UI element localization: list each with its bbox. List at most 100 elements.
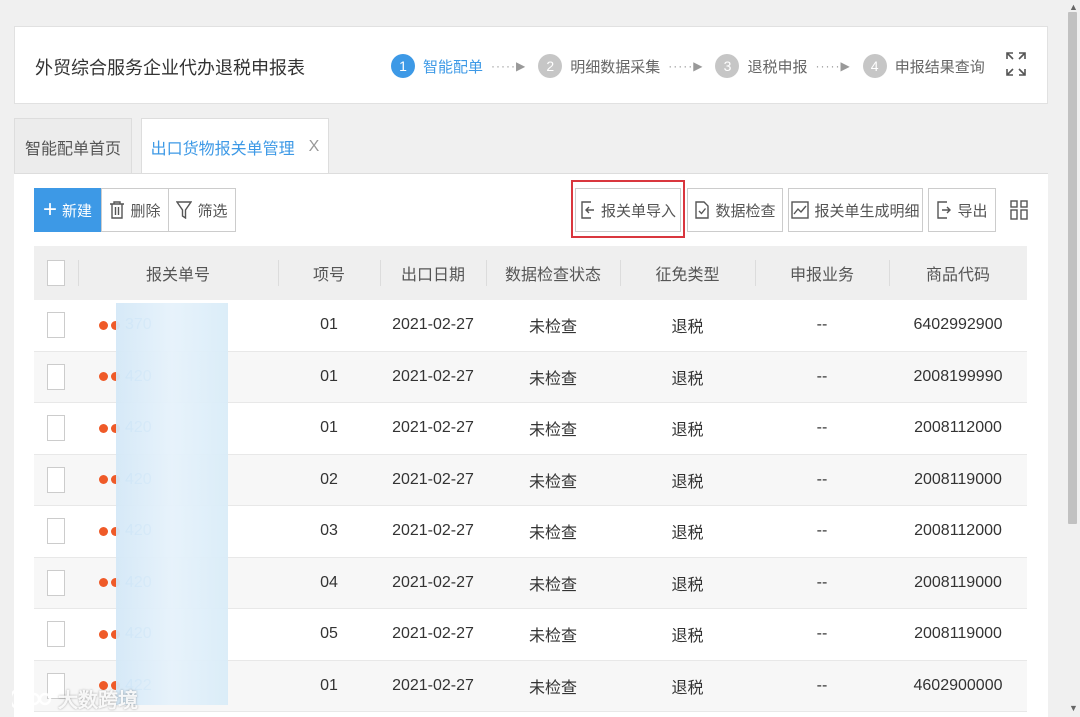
import-declaration-button[interactable]: 报关单导入 [575, 188, 681, 232]
step-arrow: ·····▶ [491, 59, 527, 73]
export-button[interactable]: 导出 [928, 188, 996, 232]
export-date-cell: 2021-02-27 [392, 367, 474, 385]
tax-type-cell: 退税 [671, 525, 704, 543]
business-cell: -- [816, 676, 828, 694]
row-checkbox[interactable] [47, 363, 65, 390]
scroll-up-icon[interactable]: ▲ [1069, 2, 1078, 12]
business-cell: -- [816, 316, 828, 334]
scroll-down-icon[interactable]: ▼ [1069, 703, 1078, 713]
column-settings-icon[interactable] [1010, 200, 1028, 220]
commodity-code-cell: 2008112000 [914, 419, 1002, 437]
generate-label: 报关单生成明细 [814, 202, 920, 220]
filter-button[interactable]: 筛选 [168, 188, 236, 232]
step-4[interactable]: 4 申报结果查询 [862, 54, 985, 78]
commodity-code-cell: 6402992900 [913, 316, 1003, 334]
status-dot [99, 423, 108, 433]
commodity-code-cell: 2008112000 [914, 522, 1002, 540]
item-no-cell: 04 [320, 573, 338, 591]
row-checkbox-cell [34, 558, 78, 609]
check-status-cell: 未检查 [528, 473, 577, 491]
commodity-code-cell: 4602900000 [913, 676, 1003, 694]
business-cell: -- [816, 573, 828, 591]
item-no-cell: 03 [320, 522, 338, 540]
row-checkbox-cell [34, 300, 78, 351]
watermark-text: 大数跨境 [58, 690, 138, 712]
check-status-cell: 未检查 [528, 628, 577, 646]
header-item-no[interactable]: 项号 [278, 246, 380, 300]
new-button[interactable]: + 新建 [34, 188, 101, 232]
import-label: 报关单导入 [600, 202, 676, 220]
row-checkbox[interactable] [47, 518, 65, 545]
tax-type-cell: 退税 [671, 319, 704, 337]
export-icon [937, 201, 952, 219]
tax-type-cell: 退税 [671, 679, 704, 697]
check-status-cell: 未检查 [528, 319, 577, 337]
step-1[interactable]: 1 智能配单 [391, 54, 483, 78]
select-all-checkbox[interactable] [47, 260, 65, 286]
row-checkbox[interactable] [47, 415, 65, 442]
header-card: 外贸综合服务企业代办退税申报表 1 智能配单 ·····▶ 2 明细数据采集 ·… [14, 26, 1048, 104]
row-checkbox-cell [34, 403, 78, 454]
watermark: 大数跨境 [12, 684, 138, 713]
tab-home-label: 智能配单首页 [24, 140, 121, 158]
header-declaration-business[interactable]: 申报业务 [755, 246, 889, 300]
row-checkbox[interactable] [47, 621, 65, 648]
step-2-number: 2 [538, 54, 563, 78]
row-checkbox-cell [34, 506, 78, 557]
step-progress: 1 智能配单 ·····▶ 2 明细数据采集 ·····▶ 3 退税申报 ···… [391, 51, 985, 81]
header-check-status[interactable]: 数据检查状态 [486, 246, 620, 300]
step-arrow: ·····▶ [668, 59, 704, 73]
step-4-label: 申报结果查询 [894, 58, 985, 76]
row-checkbox[interactable] [47, 569, 65, 596]
step-4-number: 4 [862, 54, 887, 78]
header-tax-type[interactable]: 征免类型 [620, 246, 755, 300]
watermark-logo-icon [12, 687, 52, 710]
tax-type-cell: 退税 [671, 422, 704, 440]
scroll-thumb[interactable] [1068, 12, 1077, 524]
check-status-cell: 未检查 [528, 370, 577, 388]
tab-close-icon[interactable]: X [309, 138, 320, 156]
step-3[interactable]: 3 退税申报 [715, 54, 807, 78]
row-checkbox-cell [34, 609, 78, 660]
new-label: 新建 [62, 202, 93, 220]
row-checkbox[interactable] [47, 312, 65, 339]
row-checkbox-cell [34, 455, 78, 506]
data-check-button[interactable]: 数据检查 [687, 188, 783, 232]
plus-icon: + [42, 196, 57, 223]
header-checkbox-cell [34, 246, 78, 300]
filter-icon [176, 201, 193, 219]
tab-customs-declaration-management[interactable]: 出口货物报关单管理 X [141, 118, 329, 175]
business-cell: -- [816, 367, 828, 385]
header-declaration-no[interactable]: 报关单号 [78, 246, 278, 300]
status-dot [99, 320, 108, 330]
tab-active-label: 出口货物报关单管理 [150, 141, 295, 158]
trash-icon [110, 201, 125, 219]
export-date-cell: 2021-02-27 [392, 573, 474, 591]
tax-type-cell: 退税 [671, 628, 704, 646]
commodity-code-cell: 2008119000 [914, 625, 1002, 643]
export-date-cell: 2021-02-27 [392, 625, 474, 643]
export-date-cell: 2021-02-27 [392, 522, 474, 540]
item-no-cell: 05 [320, 625, 338, 643]
item-no-cell: 01 [320, 419, 338, 437]
header-export-date[interactable]: 出口日期 [380, 246, 486, 300]
business-cell: -- [816, 419, 828, 437]
header-commodity-code[interactable]: 商品代码 [889, 246, 1027, 300]
item-no-cell: 01 [320, 676, 338, 694]
generate-details-button[interactable]: 报关单生成明细 [788, 188, 923, 232]
step-1-label: 智能配单 [423, 58, 484, 76]
status-dot [99, 475, 108, 485]
delete-button[interactable]: 删除 [101, 188, 169, 232]
tab-home[interactable]: 智能配单首页 [14, 118, 132, 174]
export-date-cell: 2021-02-27 [392, 676, 474, 694]
fullscreen-icon[interactable] [1005, 51, 1027, 77]
toolbar: + 新建 删除 筛选 报关单导入 数据检查 报关单生成明细 导出 [34, 180, 1028, 238]
page-title: 外贸综合服务企业代办退税申报表 [35, 58, 305, 78]
commodity-code-cell: 2008199990 [913, 367, 1003, 385]
check-status-cell: 未检查 [528, 525, 577, 543]
step-3-label: 退税申报 [747, 58, 808, 76]
step-2[interactable]: 2 明细数据采集 [538, 54, 660, 78]
page-scrollbar[interactable]: ▲ ▼ [1066, 0, 1080, 717]
step-2-label: 明细数据采集 [570, 58, 661, 76]
row-checkbox[interactable] [47, 466, 65, 493]
